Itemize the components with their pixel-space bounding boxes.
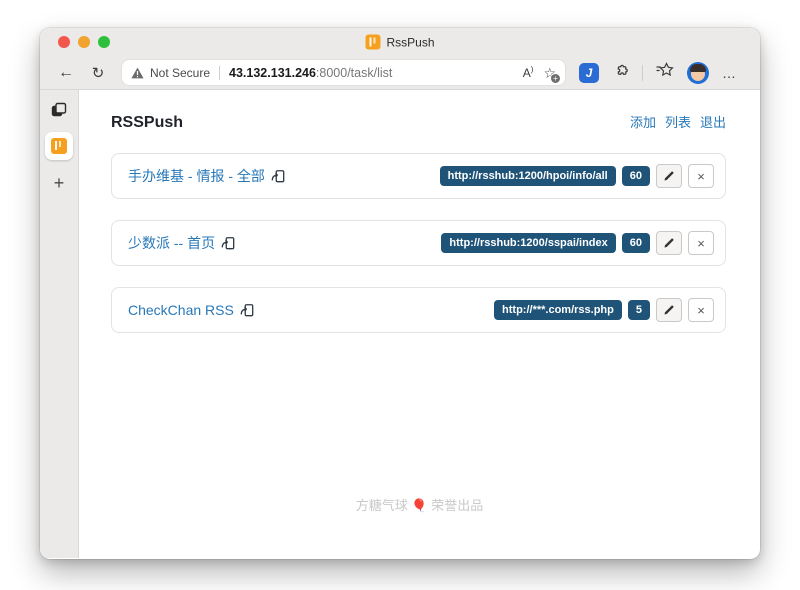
back-icon[interactable]: ← [54,64,78,82]
rsspush-favicon-icon [365,35,380,50]
task-url-badge: http://rsshub:1200/hpoi/info/all [440,166,616,186]
titlebar: RssPush [40,28,760,56]
address-divider [219,66,220,80]
open-feed-icon[interactable] [221,236,235,250]
balloon-icon: 🎈 [411,498,427,513]
minimize-window-button[interactable] [78,36,90,48]
nav-add-link[interactable]: 添加 [630,112,656,131]
url-path: :8000/task/list [316,66,392,80]
rsspush-tab-favicon-icon [51,138,67,154]
refresh-icon[interactable]: ↻ [86,64,110,82]
page-nav: 添加 列表 退出 [630,112,726,131]
task-url-badge: http://***.com/rss.php [494,300,622,320]
task-url-badge: http://rsshub:1200/sspai/index [441,233,615,253]
task-title-link[interactable]: 手办维基 - 情报 - 全部 [128,166,265,186]
task-title-link[interactable]: CheckChan RSS [128,302,234,318]
delete-task-button[interactable]: × [688,298,714,322]
url-host: 43.132.131.246 [229,66,316,80]
task-title-link[interactable]: 少数派 -- 首页 [128,233,215,253]
edit-task-button[interactable] [656,298,682,322]
address-bar[interactable]: Not Secure 43.132.131.246:8000/task/list… [122,60,565,85]
delete-task-button[interactable]: × [688,231,714,255]
browser-window: RssPush ← ↻ Not Secure 43.132.131.246:80… [40,28,760,559]
page-footer: 方糖气球 🎈 荣誉出品 [79,495,760,514]
not-secure-label: Not Secure [150,66,210,80]
not-secure-warning-icon [131,67,144,79]
traffic-lights [58,36,110,48]
settings-menu-icon[interactable]: … [722,65,737,81]
browser-toolbar: ← ↻ Not Secure 43.132.131.246:8000/task/… [40,56,760,90]
vertical-tab-strip: + [40,90,79,558]
nav-list-link[interactable]: 列表 [665,112,691,131]
toolbar-divider [642,65,643,81]
task-interval-badge: 60 [622,233,650,253]
open-feed-icon[interactable] [271,169,285,183]
task-interval-badge: 60 [622,166,650,186]
task-card: CheckChan RSS http://***.com/rss.php 5 [111,287,726,333]
task-card: 手办维基 - 情报 - 全部 http://rsshub:1200/hpoi/i… [111,153,726,199]
footer-credit: 荣誉出品 [431,498,483,513]
json-extension-icon[interactable]: J [579,63,599,83]
tab-actions-icon[interactable] [51,102,67,118]
footer-brand: 方糖气球 [356,498,408,513]
new-tab-button[interactable]: + [54,174,65,192]
profile-avatar[interactable] [687,62,709,84]
read-aloud-icon[interactable]: A) [523,65,534,80]
edit-task-button[interactable] [656,231,682,255]
task-interval-badge: 5 [628,300,650,320]
close-window-button[interactable] [58,36,70,48]
page-content: RSSPush 添加 列表 退出 手办维基 - 情报 - 全部 [79,90,760,558]
extensions-puzzle-icon[interactable] [612,62,629,84]
add-favorite-icon[interactable]: ☆+ [543,66,556,80]
page-title: RSSPush [111,114,183,132]
task-card: 少数派 -- 首页 http://rsshub:1200/sspai/index… [111,220,726,266]
window-title: RssPush [365,35,434,50]
active-tab-rsspush[interactable] [45,132,73,160]
zoom-window-button[interactable] [98,36,110,48]
window-title-text: RssPush [386,35,434,49]
open-feed-icon[interactable] [240,303,254,317]
edit-task-button[interactable] [656,164,682,188]
url-text: 43.132.131.246:8000/task/list [229,66,392,80]
nav-logout-link[interactable]: 退出 [700,112,726,131]
delete-task-button[interactable]: × [688,164,714,188]
favorites-hub-icon[interactable] [656,62,674,84]
